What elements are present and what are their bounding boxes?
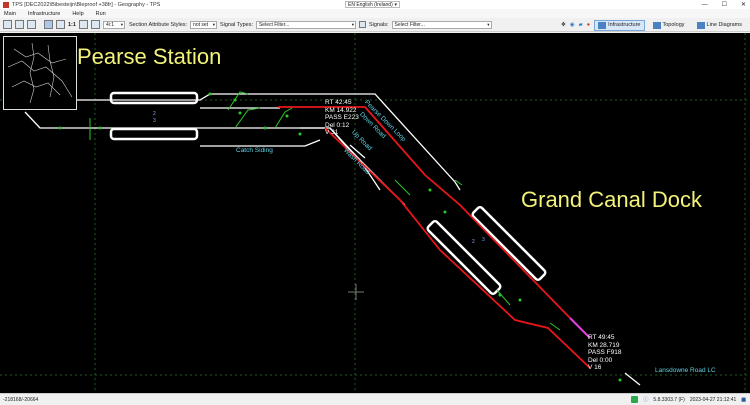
ok-icon [631, 396, 639, 403]
line-diagrams-label: Line Diagrams [706, 22, 742, 28]
route-set [569, 317, 591, 339]
status-bar: -218168/-20664 ⓘ 5.8.3303.7 (F) 2023-04-… [0, 393, 750, 405]
tracks [24, 93, 641, 386]
attr-styles-label: Section Attribute Styles: [128, 21, 188, 28]
info-icon: ⓘ [643, 397, 649, 403]
level-crossing-label: Lansdowne Road LC [655, 367, 716, 374]
close-button[interactable]: ✕ [741, 1, 746, 8]
color-icon[interactable]: ● [587, 22, 590, 28]
map-canvas[interactable]: Pearse Station Grand Canal Dock Pearse D… [0, 33, 750, 393]
logo-icon: ▦ [741, 396, 746, 403]
station-gcd-label: Grand Canal Dock [521, 187, 702, 212]
zoom-reset-button[interactable]: 1:1 [68, 22, 76, 28]
platform-num: 3 [153, 118, 156, 124]
train-speed: V 31 [325, 129, 339, 136]
platform-pearse-3 [109, 127, 199, 141]
minimap[interactable] [3, 36, 77, 110]
train-delay: Del 0:12 [325, 121, 350, 129]
platform-pearse-2 [109, 91, 199, 105]
minimize-button[interactable]: — [702, 2, 708, 8]
cursor-coords: -218168/-20664 [3, 396, 39, 403]
chevron-down-icon: ▾ [351, 21, 354, 27]
layers-icon[interactable]: ▰ [579, 22, 583, 28]
menu-help[interactable]: Help [72, 11, 83, 17]
measure-icon[interactable] [27, 20, 36, 29]
language-value: EN English (Ireland) [348, 1, 393, 8]
window-controls: — ☐ ✕ [702, 0, 746, 9]
track-label-catch-siding: Catch Siding [236, 147, 273, 154]
language-select[interactable]: EN English (Ireland) ▾ [345, 1, 400, 8]
topology-button[interactable]: Topology [649, 20, 689, 31]
window-title: TPS [DEC2022\Bibesteijn\Bleproof +38fr] … [12, 1, 161, 8]
track-diagram[interactable] [0, 33, 750, 393]
track-catch-siding [200, 139, 321, 147]
signal-types-value: Select Filter... [258, 21, 290, 28]
track-up-road [300, 127, 406, 206]
train-info-2[interactable]: RT 49:45 KM 28.719 PASS F918 Del 0:00 V … [588, 334, 621, 372]
train-icon[interactable] [3, 20, 12, 29]
maximize-button[interactable]: ☐ [722, 1, 727, 8]
train-rt: RT 49:45 [588, 334, 615, 341]
station-pearse-label: Pearse Station [77, 44, 222, 69]
filter-icon[interactable] [358, 21, 366, 28]
menu-infrastructure[interactable]: Infrastructure [28, 11, 60, 17]
signal-types-label: Signal Types: [220, 21, 253, 28]
signals-select[interactable]: Select Filter... ▾ [391, 20, 492, 29]
infrastructure-label: Infrastructure [608, 22, 641, 28]
status-right: ⓘ 5.8.3303.7 (F) 2023-04-27 21:12:41 ▦ [631, 396, 746, 403]
minimap-tracks [7, 42, 73, 104]
scale-value: 4i:1 [105, 21, 115, 28]
view-tools: ✥ ◉ ▰ ● Infrastructure Topology Line Dia… [561, 19, 746, 31]
signals-label: Signals: [368, 21, 389, 28]
topology-label: Topology [662, 22, 685, 28]
edit-icon[interactable] [15, 20, 24, 29]
app-icon [3, 1, 9, 8]
platform-num: 2 [472, 239, 475, 245]
train-info-1[interactable]: RT 42:45 KM 14.922 PASS E223 Del 0:12 V … [325, 99, 359, 137]
menu-main[interactable]: Main [4, 11, 16, 17]
signal-types-select[interactable]: Select Filter... ▾ [255, 20, 356, 29]
version-text: 5.8.3303.7 (F) [653, 396, 685, 403]
topology-icon [652, 21, 661, 29]
train-rt: RT 42:45 [325, 99, 352, 106]
train-km: KM 14.922 [325, 106, 357, 114]
signals-value: Select Filter... [394, 21, 425, 28]
chevron-down-icon: ▾ [120, 21, 123, 27]
line-diagrams-button[interactable]: Line Diagrams [693, 20, 746, 31]
train-delay: Del 0:00 [588, 356, 613, 364]
menu-run[interactable]: Run [96, 11, 106, 17]
fit-icon[interactable] [90, 20, 100, 29]
attr-styles-value: not set [193, 21, 209, 28]
track-lc [624, 372, 641, 386]
infrastructure-button[interactable]: Infrastructure [594, 19, 645, 31]
move-icon[interactable]: ✥ [561, 22, 566, 28]
scale-select[interactable]: 4i:1 ▾ [102, 20, 125, 29]
globe-icon[interactable]: ◉ [570, 22, 575, 28]
chevron-down-icon: ▾ [487, 21, 490, 27]
platform-gcd-3 [471, 205, 547, 281]
chevron-down-icon: ▾ [212, 21, 216, 27]
platform-num: 3 [482, 237, 485, 243]
train-km: KM 28.719 [588, 341, 620, 349]
platform-num: 2 [153, 111, 156, 117]
attr-styles-select[interactable]: not set ▾ [190, 20, 218, 29]
chevron-down-icon: ▾ [394, 1, 397, 8]
infrastructure-icon [598, 21, 607, 29]
train-pass: PASS E223 [325, 114, 359, 121]
zoom-out-icon[interactable] [78, 20, 88, 29]
line-diagrams-icon [696, 21, 705, 29]
train-speed: V 16 [588, 364, 602, 371]
datetime-text: 2023-04-27 21:12:41 [689, 396, 737, 403]
menu-bar: Main Infrastructure Help Run [0, 9, 750, 18]
platform-gcd-2 [426, 219, 502, 295]
zoom-icon[interactable] [56, 20, 65, 29]
train-pass: PASS F918 [588, 349, 622, 356]
select-icon[interactable] [44, 20, 53, 29]
